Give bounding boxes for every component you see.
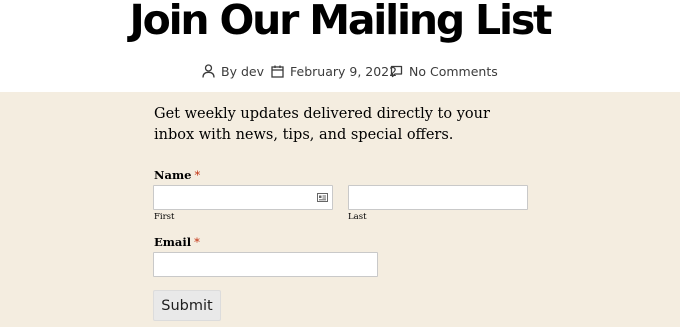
first-name-field[interactable]: [153, 185, 333, 210]
post-meta: By dev February 9, 2022 No Comments: [0, 62, 680, 80]
post-header: Join Our Mailing List By dev February 9,…: [0, 0, 680, 92]
page-title: Join Our Mailing List: [129, 0, 553, 44]
name-label: Name *: [154, 168, 200, 182]
name-label-text: Name: [154, 168, 192, 182]
post-date: February 9, 2022: [271, 62, 397, 80]
author-link[interactable]: By dev: [221, 64, 264, 79]
comments-link[interactable]: No Comments: [409, 64, 498, 79]
date-link[interactable]: February 9, 2022: [290, 64, 397, 79]
person-icon: [202, 64, 215, 78]
post-comments: No Comments: [390, 62, 498, 80]
submit-button[interactable]: Submit: [153, 290, 221, 321]
email-label-text: Email: [154, 235, 192, 249]
post-content: Get weekly updates delivered directly to…: [0, 92, 680, 327]
required-mark: *: [194, 235, 200, 249]
email-label: Email *: [154, 235, 200, 249]
first-sublabel: First: [154, 212, 175, 222]
post-author: By dev: [202, 62, 264, 80]
contact-card-icon: [317, 193, 328, 202]
required-mark: *: [194, 168, 201, 182]
email-field[interactable]: [153, 252, 378, 277]
last-sublabel: Last: [348, 212, 367, 222]
speech-bubble-icon: [390, 65, 403, 77]
intro-text: Get weekly updates delivered directly to…: [154, 106, 490, 143]
last-name-field[interactable]: [348, 185, 528, 210]
calendar-icon: [271, 65, 284, 78]
